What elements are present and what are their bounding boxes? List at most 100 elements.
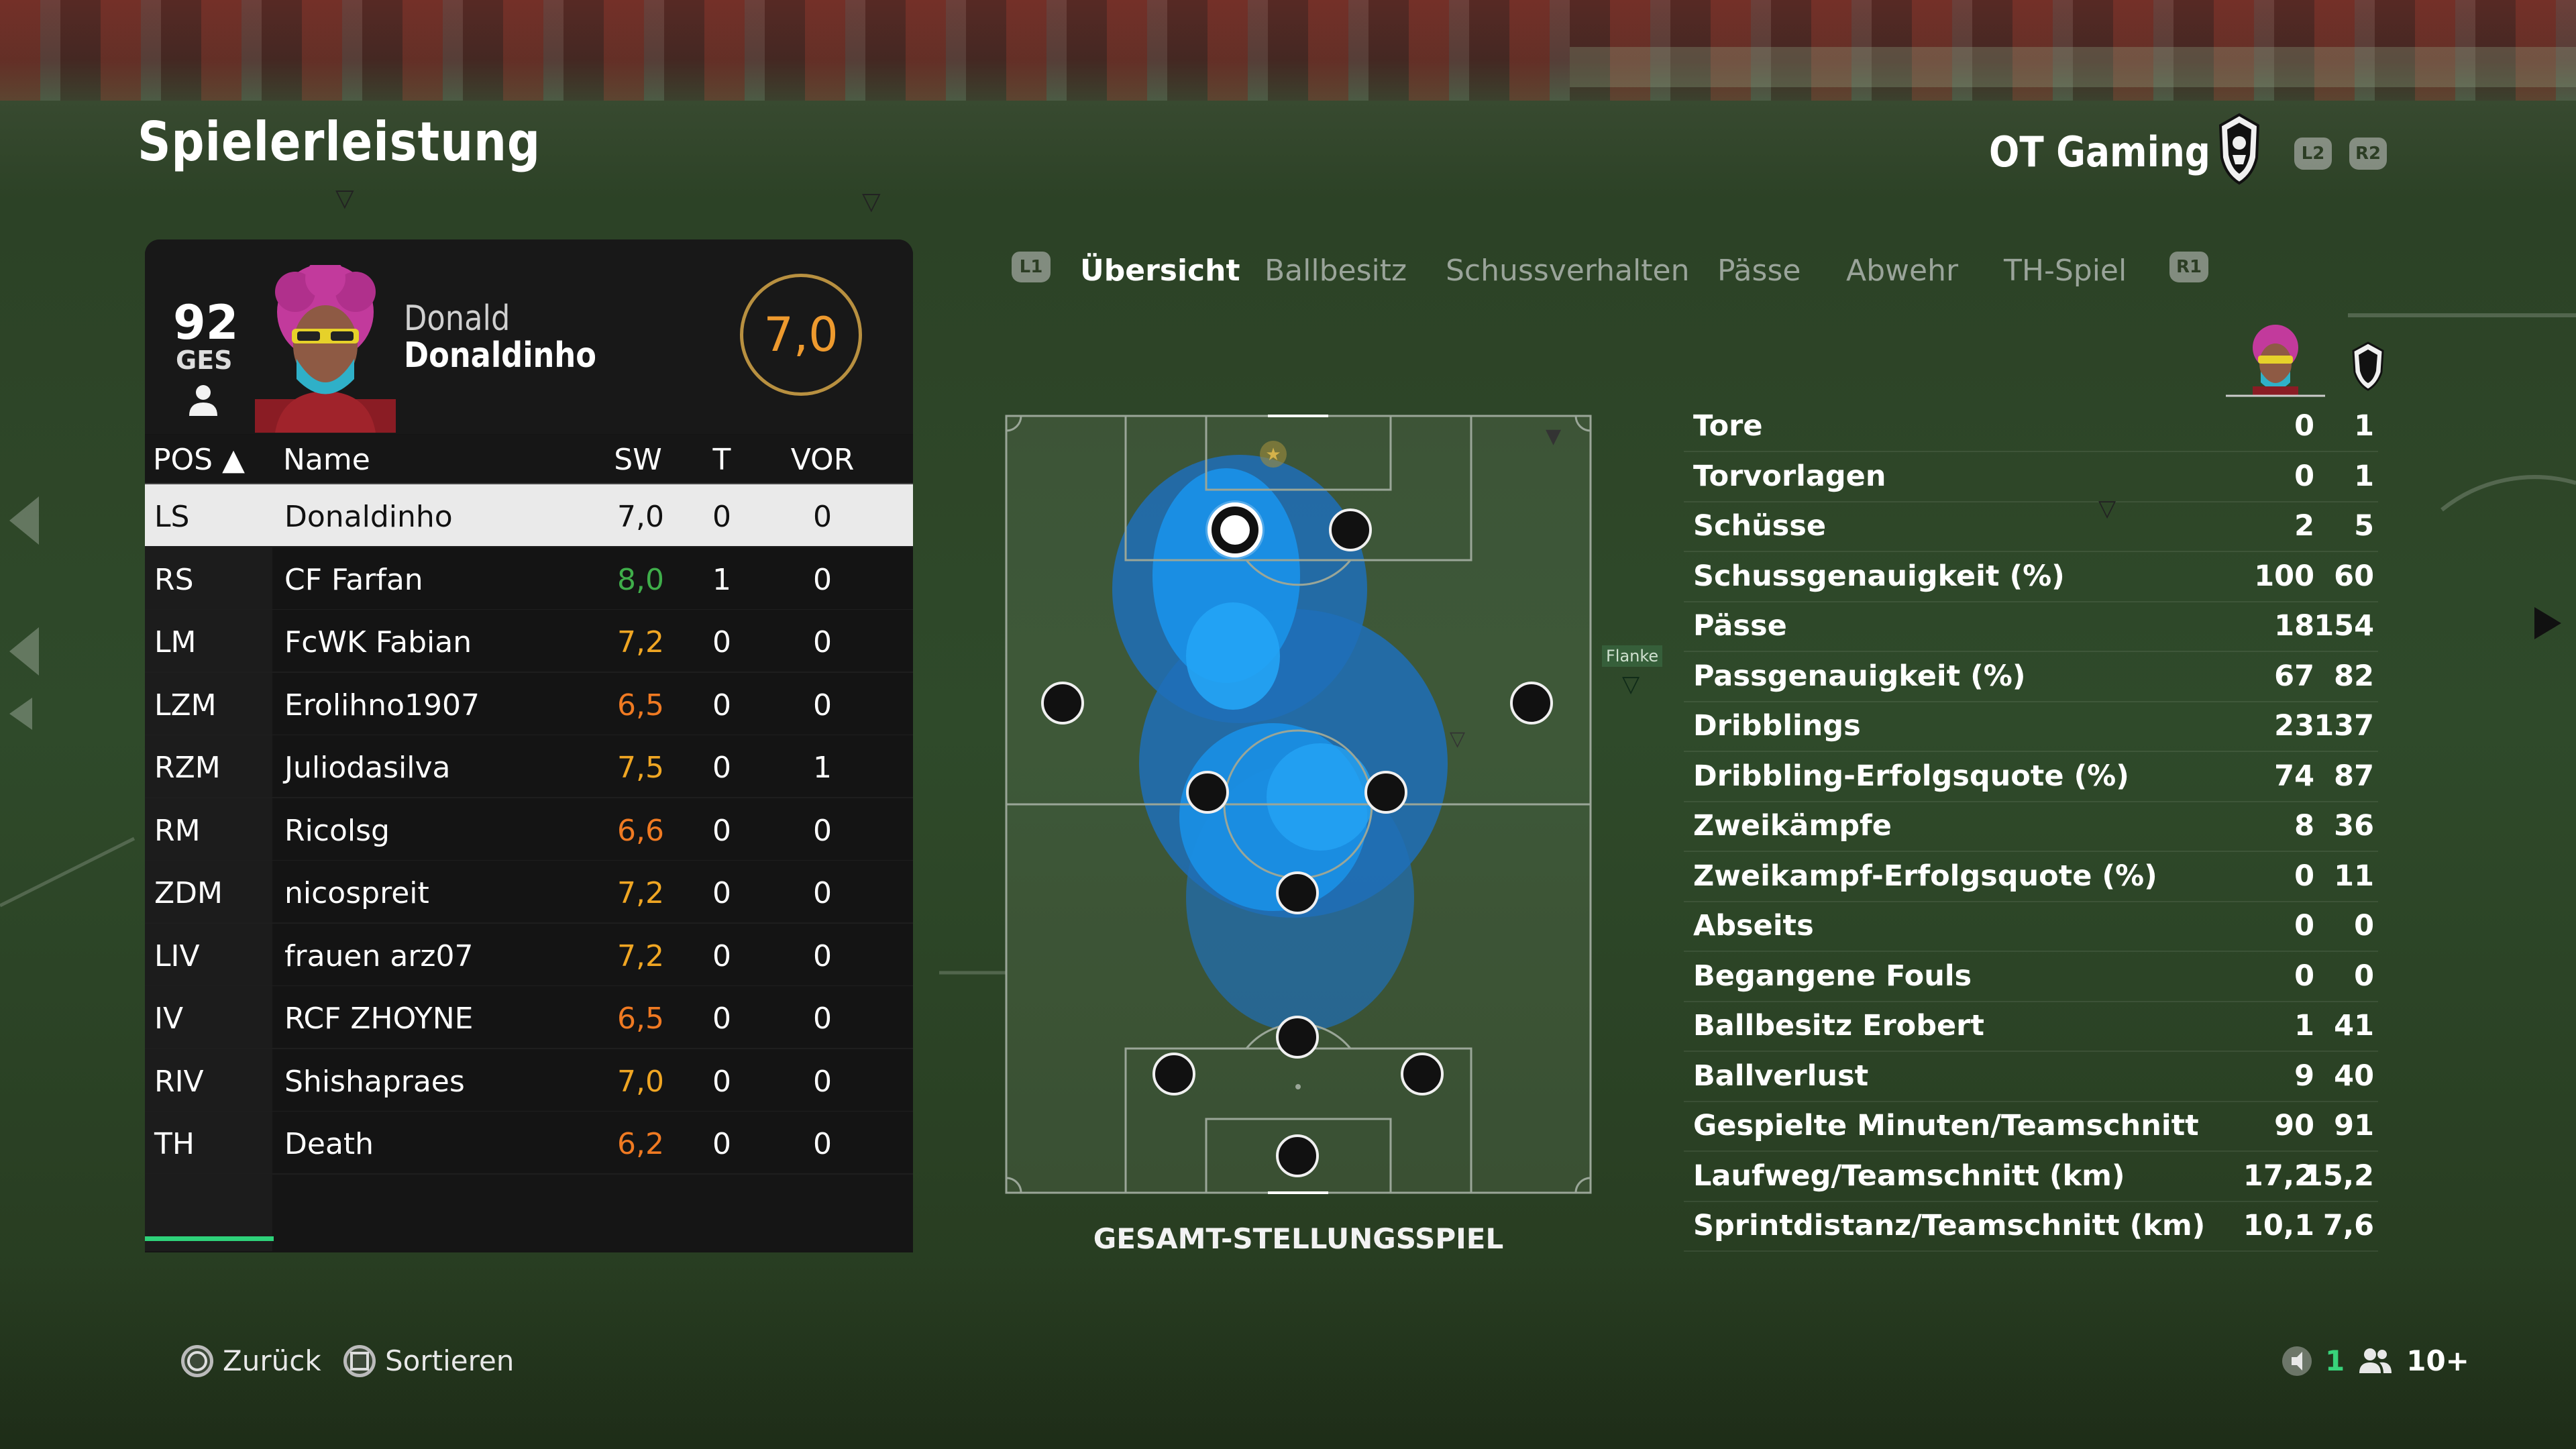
table-row[interactable]: TH Death 6,2 0 0 — [145, 1112, 913, 1175]
player-rating-badge: 7,0 — [740, 274, 862, 396]
table-row[interactable]: LS Donaldinho 7,0 0 0 — [145, 484, 913, 547]
back-button[interactable]: Zurück — [181, 1344, 321, 1377]
tab-th-spiel[interactable]: TH-Spiel — [2004, 254, 2127, 288]
column-name[interactable]: Name — [283, 443, 370, 477]
stat-team-value: 7,6 — [2322, 1209, 2374, 1242]
stat-label: Abseits — [1693, 909, 1814, 943]
marker-icon: ▽ — [335, 184, 354, 212]
stat-player-value: 23 — [2274, 709, 2314, 743]
column-pos[interactable]: POS ▲ — [153, 443, 245, 477]
row-goals: 0 — [712, 876, 731, 910]
scroll-indicator — [145, 1236, 274, 1241]
player-avatar-small — [2226, 325, 2325, 397]
stat-team-value: 5 — [2354, 509, 2374, 543]
stat-player-value: 0 — [2294, 859, 2314, 893]
overall-value: 92 — [173, 295, 239, 350]
stat-team-value: 154 — [2314, 609, 2374, 643]
table-row[interactable]: LZM Erolihno1907 6,5 0 0 — [145, 672, 913, 736]
circle-button-icon — [181, 1344, 213, 1377]
stat-label: Dribbling-Erfolgsquote (%) — [1693, 759, 2129, 793]
stat-team-value: 1 — [2354, 459, 2374, 493]
stat-team-value: 36 — [2334, 809, 2374, 843]
row-assists: 0 — [813, 813, 832, 848]
stat-player-value: 90 — [2274, 1109, 2314, 1142]
stat-team-value: 82 — [2334, 659, 2374, 693]
row-rating: 6,6 — [617, 813, 664, 848]
table-row[interactable]: LM FcWK Fabian 7,2 0 0 — [145, 610, 913, 673]
team-crest-small-icon — [2352, 341, 2384, 391]
table-row[interactable]: RZM Juliodasilva 7,5 0 1 — [145, 735, 913, 798]
row-position: LS — [154, 500, 190, 534]
row-player-name: RCF ZHOYNE — [284, 1002, 474, 1036]
row-player-name: frauen arz07 — [284, 938, 474, 973]
row-player-name: Erolihno1907 — [284, 688, 480, 722]
row-position: RS — [154, 562, 194, 597]
l2-button[interactable]: L2 — [2294, 138, 2332, 170]
stat-player-value: 8 — [2294, 809, 2314, 843]
column-t[interactable]: T — [702, 443, 742, 477]
row-rating: 7,5 — [617, 751, 664, 785]
flank-label: Flanke — [1602, 645, 1663, 667]
positioning-heatmap: ★ ▼ ▽ — [1005, 415, 1592, 1194]
column-sw[interactable]: SW — [601, 443, 675, 477]
row-assists: 1 — [813, 751, 832, 785]
row-position: RM — [154, 813, 201, 848]
stat-label: Zweikämpfe — [1693, 809, 1892, 843]
player-avatar — [255, 265, 396, 433]
tab-paesse[interactable]: Pässe — [1717, 254, 1801, 288]
row-player-name: Death — [284, 1127, 374, 1161]
stat-label: Ballbesitz Erobert — [1693, 1009, 1984, 1042]
row-assists: 0 — [813, 938, 832, 973]
stat-team-value: 91 — [2334, 1109, 2374, 1142]
stat-team-value: 137 — [2314, 709, 2374, 743]
svg-text:▼: ▼ — [1546, 425, 1561, 448]
stat-team-value: 41 — [2334, 1009, 2374, 1042]
stadium-banner — [1570, 47, 2576, 87]
row-player-name: CF Farfan — [284, 562, 423, 597]
player-first-name: Donald — [404, 299, 511, 339]
table-row[interactable]: RM Ricolsg 6,6 0 0 — [145, 798, 913, 861]
tab-abwehr[interactable]: Abwehr — [1846, 254, 1958, 288]
tab-ballbesitz[interactable]: Ballbesitz — [1265, 254, 1407, 288]
stat-player-value: 0 — [2294, 909, 2314, 943]
row-rating: 7,2 — [617, 625, 664, 659]
mic-muted-icon — [2282, 1346, 2312, 1376]
stat-team-value: 15,2 — [2302, 1159, 2374, 1193]
stat-row: Torvorlagen 0 1 — [1684, 451, 2378, 502]
tab-uebersicht[interactable]: Übersicht — [1080, 254, 1240, 288]
left-nav-arrow-icon — [9, 698, 32, 730]
r1-button[interactable]: R1 — [2169, 252, 2208, 282]
row-assists: 0 — [813, 688, 832, 722]
team-crest-icon — [2218, 113, 2260, 185]
row-rating: 6,5 — [617, 688, 664, 722]
r2-button[interactable]: R2 — [2349, 138, 2387, 170]
pitch-caption: GESAMT-STELLUNGSSPIEL — [1093, 1222, 1504, 1255]
table-row[interactable]: RIV Shishapraes 7,0 0 0 — [145, 1049, 913, 1112]
stat-label: Torvorlagen — [1693, 459, 1886, 493]
stat-label: Pässe — [1693, 609, 1787, 643]
stat-player-value: 100 — [2254, 559, 2314, 593]
sort-button[interactable]: Sortieren — [343, 1344, 514, 1377]
table-row[interactable]: LIV frauen arz07 7,2 0 0 — [145, 923, 913, 987]
stat-row: Schussgenauigkeit (%) 100 60 — [1684, 551, 2378, 602]
tab-schussverhalten[interactable]: Schussverhalten — [1446, 254, 1689, 288]
stat-label: Schüsse — [1693, 509, 1827, 543]
flank-marker-icon: ▽ — [1622, 671, 1640, 698]
table-row[interactable]: ZDM nicospreit 7,2 0 0 — [145, 861, 913, 924]
table-row[interactable]: IV RCF ZHOYNE 6,5 0 0 — [145, 986, 913, 1049]
row-goals: 0 — [712, 938, 731, 973]
players-group-icon — [2359, 1348, 2392, 1373]
l1-button[interactable]: L1 — [1012, 252, 1051, 282]
table-row[interactable]: RS CF Farfan 8,0 1 0 — [145, 547, 913, 610]
row-rating: 6,5 — [617, 1002, 664, 1036]
table-header: POS ▲ Name SW T VOR — [145, 435, 913, 485]
stat-label: Tore — [1693, 409, 1763, 443]
row-position: RZM — [154, 751, 221, 785]
stat-player-value: 0 — [2294, 959, 2314, 993]
stat-label: Ballverlust — [1693, 1059, 1869, 1093]
stat-label: Passgenauigkeit (%) — [1693, 659, 2026, 693]
stat-label: Zweikampf-Erfolgsquote (%) — [1693, 859, 2157, 893]
row-goals: 0 — [712, 813, 731, 848]
row-player-name: Donaldinho — [284, 500, 453, 534]
column-vor[interactable]: VOR — [789, 443, 856, 477]
